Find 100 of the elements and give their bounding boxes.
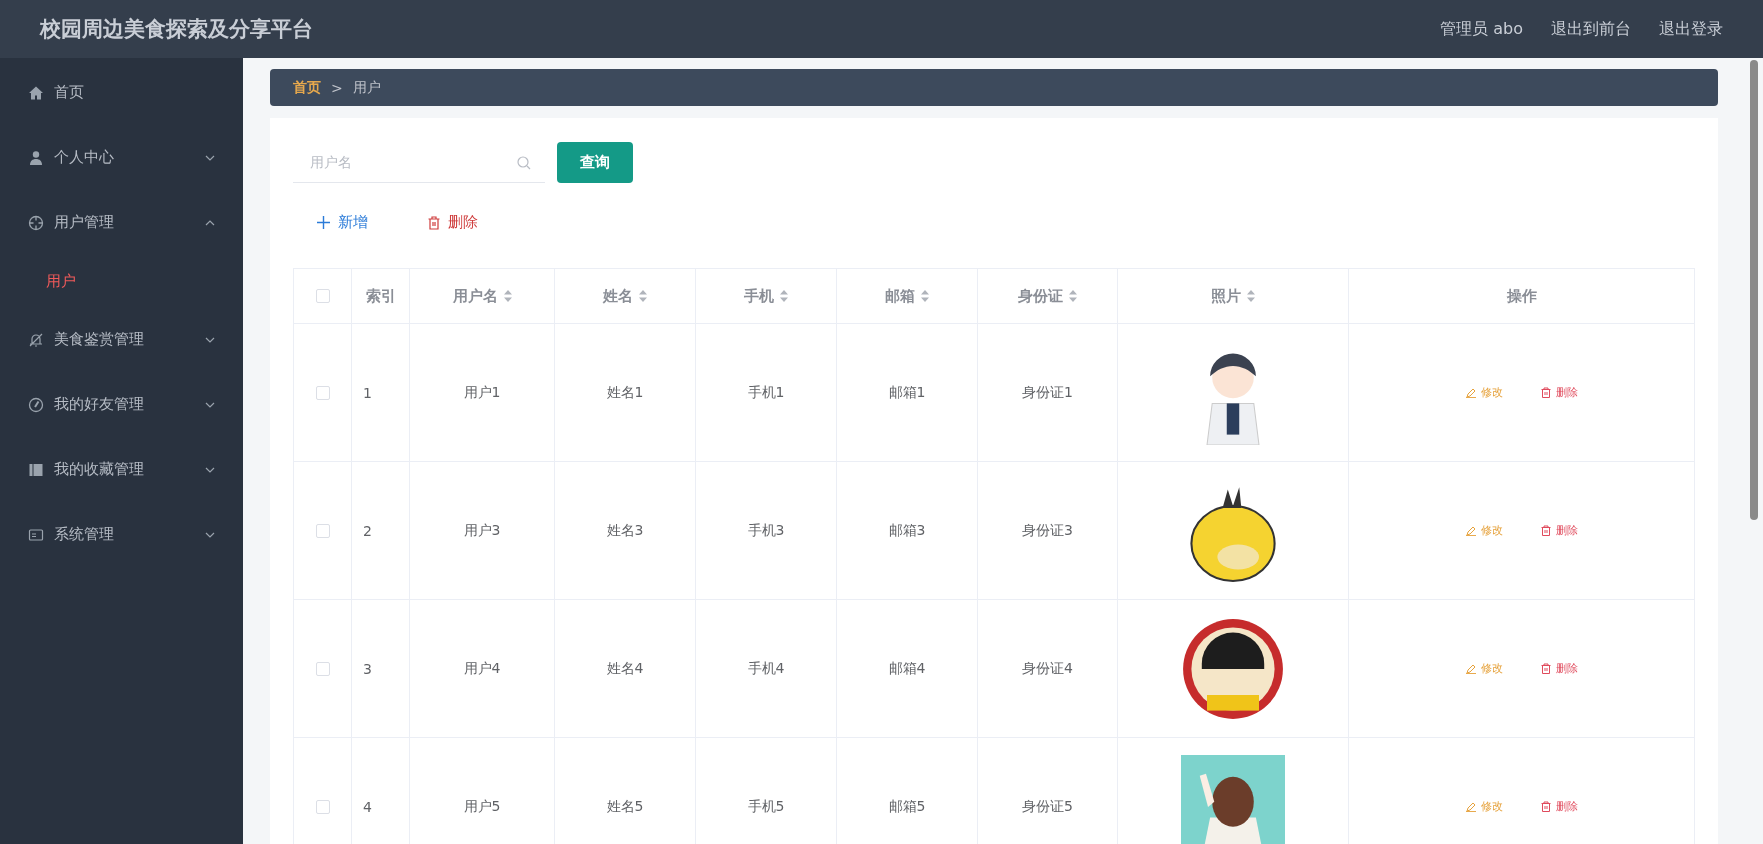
table-cell: 2	[363, 522, 372, 539]
menu-item[interactable]: 用户管理	[0, 190, 243, 255]
table-cell: 1	[363, 384, 372, 401]
chevron-down-icon	[205, 401, 215, 408]
table-cell: 用户5	[463, 797, 501, 816]
menu-item[interactable]: 我的收藏管理	[0, 437, 243, 502]
trash-icon	[1540, 663, 1551, 674]
person-icon	[28, 149, 44, 166]
header-cell[interactable]: 用户名	[410, 269, 555, 323]
compass-icon	[28, 396, 44, 413]
pencil-icon	[1465, 663, 1476, 674]
column-title: 照片	[1211, 286, 1241, 306]
crosshair-icon	[28, 214, 44, 231]
header-cell[interactable]: 照片	[1118, 269, 1349, 323]
pencil-icon	[1465, 525, 1476, 536]
table-cell: 邮箱3	[888, 521, 926, 540]
add-button[interactable]: 新增	[295, 207, 386, 238]
header-cell[interactable]: 身份证	[978, 269, 1118, 323]
menu-item[interactable]: 个人中心	[0, 125, 243, 190]
chevron-down-icon	[205, 531, 215, 538]
submenu-item[interactable]: 用户	[0, 255, 243, 307]
sort-icon[interactable]	[1069, 290, 1077, 302]
menu-item[interactable]: 我的好友管理	[0, 372, 243, 437]
table-cell: 身份证1	[1022, 383, 1073, 402]
table-cell: 身份证4	[1022, 659, 1073, 678]
book-icon	[28, 461, 44, 478]
table-cell: 手机4	[747, 659, 785, 678]
table-cell: 4	[363, 798, 372, 815]
menu-item[interactable]: 系统管理	[0, 502, 243, 567]
header-cell[interactable]: 手机	[696, 269, 837, 323]
sort-icon[interactable]	[503, 290, 512, 302]
search-icon	[517, 155, 531, 170]
chevron-down-icon	[205, 466, 215, 473]
table-cell: 身份证5	[1022, 797, 1073, 816]
table-cell: 身份证3	[1022, 521, 1073, 540]
scrollbar[interactable]	[1745, 58, 1763, 844]
home-icon	[28, 84, 44, 101]
trash-icon	[1540, 525, 1551, 536]
header-link[interactable]: 退出到前台	[1551, 18, 1631, 40]
chevron-down-icon	[205, 336, 215, 343]
column-title: 身份证	[1018, 286, 1063, 306]
delete-link[interactable]: 删除	[1540, 799, 1578, 814]
table-cell: 用户1	[463, 383, 501, 402]
site-title: 校园周边美食探索及分享平台	[40, 16, 313, 43]
column-title: 姓名	[603, 286, 633, 306]
table-cell: 用户4	[463, 659, 501, 678]
menu-item[interactable]: 首页	[0, 60, 243, 125]
delete-link[interactable]: 删除	[1540, 523, 1578, 538]
header-cell[interactable]: 邮箱	[837, 269, 978, 323]
table-cell: 邮箱5	[888, 797, 926, 816]
header-link[interactable]: 管理员 abo	[1440, 18, 1523, 40]
table-cell: 手机3	[747, 521, 785, 540]
table-cell: 手机1	[747, 383, 785, 402]
table-cell: 邮箱1	[888, 383, 926, 402]
pencil-icon	[1465, 387, 1476, 398]
sort-icon[interactable]	[921, 290, 929, 302]
checkbox[interactable]	[315, 289, 330, 303]
delete-link[interactable]: 删除	[1540, 661, 1578, 676]
breadcrumb-link[interactable]: 用户	[352, 78, 381, 97]
checkbox[interactable]	[315, 661, 330, 676]
plus-icon	[317, 216, 330, 229]
edit-link[interactable]: 修改	[1465, 799, 1503, 814]
column-title: 用户名	[452, 286, 498, 306]
trash-icon	[1540, 387, 1551, 398]
delete-button[interactable]: 删除	[406, 207, 496, 238]
bell-icon	[28, 331, 44, 348]
table-cell: 姓名4	[606, 659, 644, 678]
menu-item[interactable]: 美食鉴赏管理	[0, 307, 243, 372]
table-cell: 3	[363, 660, 372, 677]
table-cell: 姓名5	[606, 797, 644, 816]
checkbox[interactable]	[315, 523, 330, 538]
checkbox[interactable]	[315, 799, 330, 814]
chevron-up-icon	[205, 219, 215, 226]
table-cell: 手机5	[747, 797, 785, 816]
column-title: 索引	[365, 286, 396, 306]
edit-link[interactable]: 修改	[1465, 523, 1503, 538]
breadcrumb-link[interactable]: 首页	[293, 78, 321, 97]
trash-icon	[1540, 801, 1551, 812]
checkbox[interactable]	[315, 385, 330, 400]
card-icon	[28, 526, 44, 543]
edit-link[interactable]: 修改	[1465, 661, 1503, 676]
table-cell: 邮箱4	[888, 659, 926, 678]
table-cell: 姓名3	[606, 521, 644, 540]
column-title: 操作	[1506, 286, 1537, 306]
delete-link[interactable]: 删除	[1540, 385, 1578, 400]
header-link[interactable]: 退出登录	[1659, 18, 1723, 40]
chevron-down-icon	[205, 154, 215, 161]
column-title: 邮箱	[885, 286, 915, 306]
header-cell[interactable]: 姓名	[555, 269, 696, 323]
table-cell: 用户3	[463, 521, 501, 540]
table-cell: 姓名1	[606, 383, 644, 402]
sort-icon[interactable]	[780, 290, 788, 302]
sort-icon[interactable]	[639, 290, 647, 302]
pencil-icon	[1465, 801, 1476, 812]
breadcrumb-separator: >	[331, 79, 343, 96]
edit-link[interactable]: 修改	[1465, 385, 1503, 400]
sort-icon[interactable]	[1247, 290, 1255, 302]
search-button[interactable]: 查询	[557, 142, 633, 183]
column-title: 手机	[744, 286, 774, 306]
trash-icon	[428, 215, 440, 230]
